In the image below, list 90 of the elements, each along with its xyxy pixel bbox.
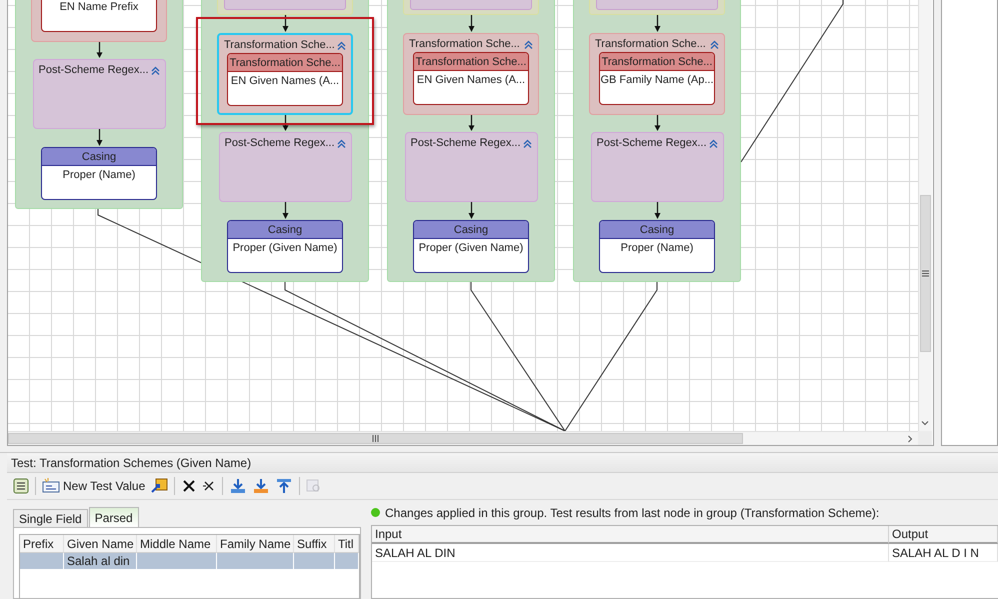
- regex-node[interactable]: Post-Scheme Regex...: [32, 59, 166, 129]
- scroll-thumb[interactable]: [920, 195, 931, 352]
- flow-arrow: [468, 202, 474, 220]
- status-text: Changes applied in this group. Test results from last node in group (Transformation Scheme):: [385, 506, 880, 520]
- panel-title: Test: Transformation Schemes (Given Name): [11, 456, 252, 470]
- table-cell[interactable]: [335, 553, 359, 569]
- collapse-icon[interactable]: [524, 40, 533, 48]
- node-title: Transformation Sche...: [224, 39, 335, 51]
- casing-node[interactable]: Casing Proper (Given Name): [227, 220, 343, 273]
- collapse-icon[interactable]: [710, 40, 719, 48]
- text-field-icon: [42, 478, 60, 494]
- diagram-canvas[interactable]: [8, 0, 918, 431]
- casing-node[interactable]: Casing Proper (Name): [599, 220, 715, 273]
- table-cell[interactable]: [217, 553, 294, 569]
- column-header[interactable]: Family Name: [217, 535, 294, 553]
- card-title: Casing: [268, 224, 302, 236]
- node-title: Post-Scheme Regex...: [410, 137, 521, 149]
- flow-arrow: [96, 129, 102, 147]
- scheme-card[interactable]: Transformation Sche... GB Family Name (Ap...: [599, 52, 715, 105]
- table-cell[interactable]: [294, 553, 335, 569]
- card-value: EN Given Names (A...: [416, 74, 526, 86]
- table-cell: SALAH AL DIN: [372, 544, 889, 562]
- node-title: Post-Scheme Regex...: [38, 64, 149, 76]
- card-title: Transformation Sche...: [416, 56, 526, 68]
- scheme-card[interactable]: EN Name Prefix: [41, 0, 157, 32]
- card-title: Transformation Sche...: [230, 56, 340, 68]
- regex-node[interactable]: Post-Scheme Regex...: [404, 132, 538, 202]
- flow-arrow: [654, 202, 660, 220]
- collapse-icon[interactable]: [336, 138, 346, 148]
- node-title: Post-Scheme Regex...: [596, 137, 707, 149]
- link-icon[interactable]: [149, 477, 170, 495]
- card-title: Transformation Sche...: [602, 56, 712, 68]
- table-cell[interactable]: [20, 553, 64, 569]
- flow-arrow: [468, 115, 474, 132]
- scheme-node[interactable]: Transformation Sche... Transformation Sche... EN Given Names (A...: [403, 33, 539, 115]
- scheme-node[interactable]: Transformation Sche... Transformation Sche... GB Family Name (Ap...: [589, 33, 725, 115]
- table-cell[interactable]: Salah al din: [64, 553, 137, 569]
- card-title: Casing: [454, 224, 488, 236]
- node-group[interactable]: Transformation Sche... Transformation Sche... GB Family Name (Ap... Post-Scheme Regex... Casing Proper (Name): [573, 0, 741, 282]
- scheme-card[interactable]: Transformation Sche... EN Given Names (A...: [413, 52, 529, 105]
- status-dot: [371, 508, 380, 517]
- column-header[interactable]: Output: [889, 526, 998, 544]
- flow-arrow: [654, 15, 660, 33]
- node-title: Transformation Sche...: [595, 38, 706, 50]
- card-value: Proper (Name): [620, 242, 694, 254]
- collapse-icon[interactable]: [708, 138, 718, 148]
- flow-arrow: [282, 115, 288, 132]
- flow-arrow: [654, 115, 660, 132]
- table-cell: SALAH AL D I N: [889, 544, 998, 562]
- card-value: Proper (Given Name): [418, 242, 524, 254]
- flow-arrow: [282, 202, 288, 220]
- flow-arrow: [468, 15, 474, 33]
- collapse-icon[interactable]: [522, 138, 532, 148]
- horizontal-scrollbar[interactable]: [8, 431, 918, 445]
- collapse-icon[interactable]: [337, 40, 346, 50]
- regex-node[interactable]: Post-Scheme Regex...: [590, 132, 724, 202]
- node-group[interactable]: Transformation Sche... Transformation Sche... EN Given Names (A... Post-Scheme Regex... Casing Proper (Given Name): [387, 0, 555, 282]
- card-value: EN Given Names (A...: [230, 75, 340, 87]
- flow-arrow: [96, 42, 102, 59]
- scheme-node[interactable]: EN Name Prefix: [31, 0, 167, 42]
- column-header[interactable]: Titl: [335, 535, 359, 553]
- collapse-icon[interactable]: [150, 66, 160, 74]
- scheme-node[interactable]: Transformation Sche... Transformation Sche... EN Given Names (A...: [217, 33, 353, 115]
- card-value: Proper (Given Name): [232, 242, 338, 254]
- vertical-scrollbar[interactable]: [918, 0, 932, 431]
- flow-arrow: [282, 15, 288, 33]
- casing-node[interactable]: Casing Proper (Given Name): [413, 220, 529, 273]
- scrollbar-corner: [918, 431, 932, 445]
- new-test-value-button[interactable]: New Test Value: [41, 477, 146, 495]
- tab[interactable]: Parsed: [88, 507, 139, 527]
- casing-node[interactable]: Casing Proper (Name): [41, 147, 157, 200]
- column-header[interactable]: Middle Name: [137, 535, 217, 553]
- regex-node[interactable]: Post-Scheme Regex...: [218, 132, 352, 202]
- card-value: Proper (Name): [62, 169, 136, 181]
- tab[interactable]: Single Field: [13, 509, 88, 527]
- card-title: Casing: [640, 224, 674, 236]
- scroll-thumb[interactable]: [8, 433, 743, 444]
- column-header[interactable]: Prefix: [20, 535, 64, 553]
- table-cell[interactable]: [137, 553, 217, 569]
- column-header[interactable]: Input: [372, 526, 889, 544]
- card-value: EN Name Prefix: [60, 1, 138, 13]
- column-header[interactable]: Given Name: [64, 535, 137, 553]
- scheme-card[interactable]: Transformation Sche... EN Given Names (A...: [227, 53, 343, 106]
- card-value: GB Family Name (Ap...: [600, 74, 714, 86]
- node-group[interactable]: EN Name Prefix Post-Scheme Regex... Casing Proper (Name): [15, 0, 183, 209]
- panel-icon[interactable]: [12, 477, 30, 495]
- card-title: Casing: [82, 150, 116, 162]
- node-title: Post-Scheme Regex...: [224, 137, 335, 149]
- node-title: Transformation Sche...: [409, 38, 520, 50]
- column-header[interactable]: Suffix: [294, 535, 335, 553]
